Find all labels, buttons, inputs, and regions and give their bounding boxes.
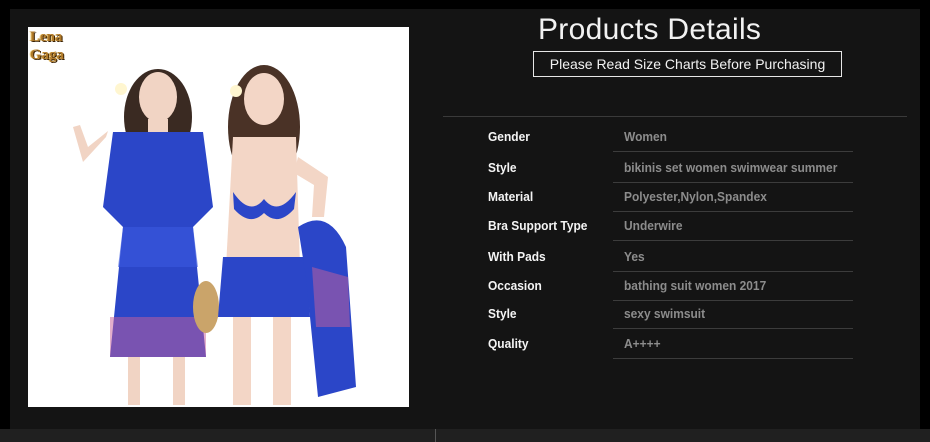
spec-value: A++++	[624, 336, 661, 351]
spec-row-gender: Gender Women	[488, 129, 868, 155]
spec-value: Yes	[624, 249, 645, 264]
spec-value: Women	[624, 129, 667, 144]
product-photo	[28, 27, 409, 407]
spec-value: sexy swimsuit	[624, 306, 706, 321]
spec-label: With Pads	[488, 249, 546, 264]
models-illustration	[73, 65, 356, 405]
row-divider	[613, 182, 853, 183]
spec-value: bikinis set women swimwear summer	[624, 160, 838, 175]
row-divider	[613, 328, 853, 329]
spec-label: Gender	[488, 129, 530, 144]
spec-row-quality: Quality A++++	[488, 336, 868, 362]
size-chart-notice: Please Read Size Charts Before Purchasin…	[533, 51, 842, 77]
spec-row-occasion: Occasion bathing suit women 2017	[488, 278, 868, 304]
spec-label: Occasion	[488, 278, 542, 293]
spec-label: Quality	[488, 336, 529, 351]
row-divider	[613, 271, 853, 272]
spec-label: Bra Support Type	[488, 218, 588, 233]
divider	[435, 429, 436, 442]
spec-row-style-2: Style sexy swimsuit	[488, 306, 868, 332]
bottom-strip	[0, 429, 930, 442]
spec-row-material: Material Polyester,Nylon,Spandex	[488, 189, 868, 215]
spec-row-bra-support: Bra Support Type Underwire	[488, 218, 868, 244]
page-title: Products Details	[538, 13, 762, 46]
spec-label: Style	[488, 160, 517, 175]
spec-value: Polyester,Nylon,Spandex	[624, 189, 767, 204]
spec-row-style: Style bikinis set women swimwear summer	[488, 160, 868, 186]
spec-value: bathing suit women 2017	[624, 278, 767, 293]
spec-row-pads: With Pads Yes	[488, 249, 868, 275]
row-divider	[613, 211, 853, 212]
brand-logo-line1: Lena	[30, 29, 63, 45]
divider	[443, 116, 907, 117]
spec-label: Style	[488, 306, 517, 321]
row-divider	[613, 151, 853, 152]
spec-label: Material	[488, 189, 534, 204]
brand-logo: Lena Gaga	[30, 28, 64, 64]
spec-value: Underwire	[624, 218, 683, 233]
brand-logo-line2: Gaga	[30, 47, 65, 63]
row-divider	[613, 300, 853, 301]
row-divider	[613, 358, 853, 359]
row-divider	[613, 240, 853, 241]
